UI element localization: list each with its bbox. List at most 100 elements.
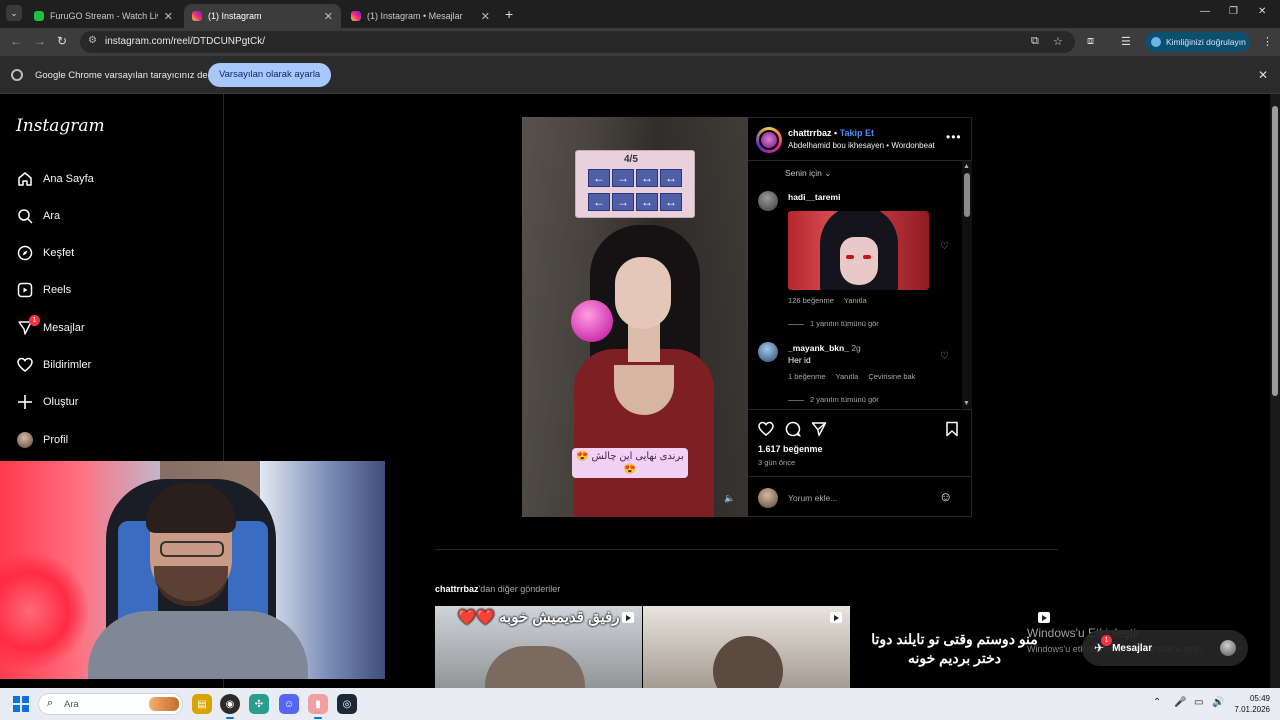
sidebar-item-explore[interactable]: Keşfet	[16, 243, 74, 263]
taskbar-search[interactable]: ⌕ Ara	[38, 693, 183, 715]
comment-likes[interactable]: 1 beğenme	[788, 372, 826, 381]
site-info-icon[interactable]: ⚙	[88, 35, 97, 46]
comment-image[interactable]	[788, 211, 929, 290]
see-translation-button[interactable]: Çevirisine bak	[868, 372, 915, 381]
bookmark-icon[interactable]	[945, 421, 959, 442]
forward-button[interactable]: →	[34, 34, 46, 48]
back-button[interactable]: ←	[10, 34, 22, 48]
sidebar-item-home[interactable]: Ana Sayfa	[16, 169, 94, 189]
file-explorer-icon[interactable]: ▤	[192, 694, 212, 714]
more-post-thumb[interactable]	[643, 606, 850, 688]
tab-search-button[interactable]: ⌄	[6, 5, 22, 21]
reading-list-icon[interactable]: ☰	[1121, 35, 1131, 48]
close-icon[interactable]: ✕	[324, 10, 333, 23]
restore-button[interactable]: ❐	[1229, 6, 1238, 17]
close-icon[interactable]: ✕	[481, 10, 490, 23]
author-avatar[interactable]	[756, 127, 782, 153]
like-comment-heart-icon[interactable]: ♡	[940, 351, 949, 362]
comment-sort-dropdown[interactable]: Senin için ⌄	[785, 168, 831, 179]
url-text: instagram.com/reel/DTDCUNPgtCk/	[105, 36, 266, 47]
more-post-thumb[interactable]: رفیق قدیمیش خوبه ❤️❤️	[435, 606, 642, 688]
new-tab-button[interactable]: +	[505, 6, 513, 22]
audio-credit[interactable]: Abdelhamid bou ikhesayen • Wordonbeat	[788, 141, 935, 150]
instagram-logo[interactable]: Instagram	[16, 116, 105, 136]
sidebar-item-profile[interactable]: Profil	[16, 430, 68, 450]
tab-instagram[interactable]: (1) Instagram ✕	[184, 4, 341, 28]
taskbar-clock[interactable]: 05:49 7.01.2026	[1230, 693, 1270, 715]
taskbar-search-placeholder: Ara	[64, 699, 79, 710]
tab-furugo[interactable]: FuruGO Stream - Watch Live on ✕	[26, 4, 181, 28]
webcam-overlay	[0, 461, 385, 679]
post-panel: chattrrbaz • Takip Et Abdelhamid bou ikh…	[748, 117, 972, 517]
like-heart-icon[interactable]	[758, 421, 774, 442]
address-bar[interactable]: ⚙ instagram.com/reel/DTDCUNPgtCk/	[80, 31, 1075, 53]
sidebar-item-messages[interactable]: 1 Mesajlar	[16, 315, 85, 338]
comment-username[interactable]: hadi__taremi	[788, 192, 840, 202]
chrome-icon[interactable]: ◉	[220, 694, 240, 719]
minimize-button[interactable]: —	[1200, 6, 1210, 17]
steam-icon[interactable]: ◎	[337, 694, 357, 714]
sidebar-item-reels[interactable]: Reels	[16, 280, 71, 300]
sidebar-item-create[interactable]: Oluştur	[16, 392, 78, 412]
reel-video[interactable]: 4/5 ← → ↔ ↔ ← → ↔ ↔ برندی نهایی این چالش 😍😍 🔈	[522, 117, 748, 517]
volume-icon[interactable]: 🔊	[1212, 697, 1224, 708]
discord-icon[interactable]: ☺	[279, 694, 299, 714]
network-icon[interactable]: ▭	[1194, 697, 1203, 708]
view-replies-button[interactable]: 1 yanıtın tümünü gör	[788, 319, 879, 328]
sidebar-item-notifications[interactable]: Bildirimler	[16, 355, 91, 375]
app-icon[interactable]: ▮	[308, 694, 328, 719]
window-close-button[interactable]: ✕	[1258, 6, 1266, 17]
extensions-icon[interactable]: ⧈	[1087, 35, 1094, 48]
infobar-close-icon[interactable]: ✕	[1258, 68, 1268, 82]
menu-icon[interactable]: ⋮	[1262, 35, 1273, 48]
author-username[interactable]: chattrrbaz	[788, 128, 832, 138]
arrow-both-icon: ↔	[660, 193, 682, 211]
default-browser-infobar: Google Chrome varsayılan tarayıcınız değ…	[0, 56, 1280, 94]
commenter-avatar[interactable]	[758, 342, 778, 362]
emoji-icon[interactable]: ☺	[939, 489, 952, 504]
reload-button[interactable]: ↻	[57, 34, 67, 48]
arrow-both-icon: ↔	[636, 193, 658, 211]
page-scrollbar[interactable]	[1270, 94, 1280, 688]
search-icon	[16, 207, 34, 225]
reels-icon	[16, 281, 34, 299]
microphone-icon[interactable]: 🎤	[1174, 697, 1186, 708]
comment-text: Her id	[788, 355, 811, 365]
install-app-icon[interactable]: ⧉	[1031, 35, 1039, 48]
comment-time: 2g	[851, 343, 861, 353]
sidebar-item-label: Ara	[43, 210, 61, 222]
close-icon[interactable]: ✕	[164, 10, 173, 23]
more-posts-user[interactable]: chattrrbaz	[435, 584, 479, 594]
clock-time: 05:49	[1249, 694, 1270, 703]
tray-overflow-icon[interactable]: ⌃	[1153, 697, 1161, 708]
reply-button[interactable]: Yanıtla	[836, 372, 859, 381]
like-count[interactable]: 1.617 beğenme	[758, 444, 823, 454]
comments-scrollbar[interactable]: ▲ ▼	[962, 161, 972, 409]
comment-icon[interactable]	[785, 421, 801, 442]
follow-button[interactable]: Takip Et	[840, 128, 874, 138]
comment-input[interactable]: Yorum ekle...	[788, 493, 837, 503]
compass-icon	[16, 244, 34, 262]
reply-button[interactable]: Yanıtla	[844, 296, 867, 305]
verify-identity-button[interactable]: Kimliğinizi doğrulayın	[1145, 32, 1250, 52]
share-icon[interactable]	[811, 421, 827, 442]
more-posts-suffix: 'dan diğer gönderiler	[478, 584, 561, 594]
sidebar-item-search[interactable]: Ara	[16, 206, 60, 226]
add-comment-row: Yorum ekle... ☺	[748, 476, 972, 519]
windows-start-icon[interactable]	[13, 696, 29, 712]
set-default-button[interactable]: Varsayılan olarak ayarla	[208, 63, 332, 87]
bubble-sticker	[571, 300, 613, 342]
sidebar-item-label: Ana Sayfa	[43, 173, 94, 185]
app-icon[interactable]: ✣	[249, 694, 269, 714]
volume-icon[interactable]: 🔈	[724, 493, 735, 504]
messages-pill[interactable]: ✈ 1 Mesajlar	[1082, 630, 1248, 666]
more-options-icon[interactable]: •••	[946, 130, 962, 144]
like-comment-heart-icon[interactable]: ♡	[940, 241, 949, 252]
bookmark-star-icon[interactable]: ☆	[1053, 35, 1063, 48]
comment-likes[interactable]: 126 beğenme	[788, 296, 834, 305]
tab-instagram-messages[interactable]: (1) Instagram • Mesajlar ✕	[343, 4, 498, 28]
arrow-right-icon: →	[612, 193, 634, 211]
comment-username[interactable]: _mayank_bkn_	[788, 343, 849, 353]
commenter-avatar[interactable]	[758, 191, 778, 211]
view-replies-button[interactable]: 2 yanıtın tümünü gör	[788, 395, 879, 404]
